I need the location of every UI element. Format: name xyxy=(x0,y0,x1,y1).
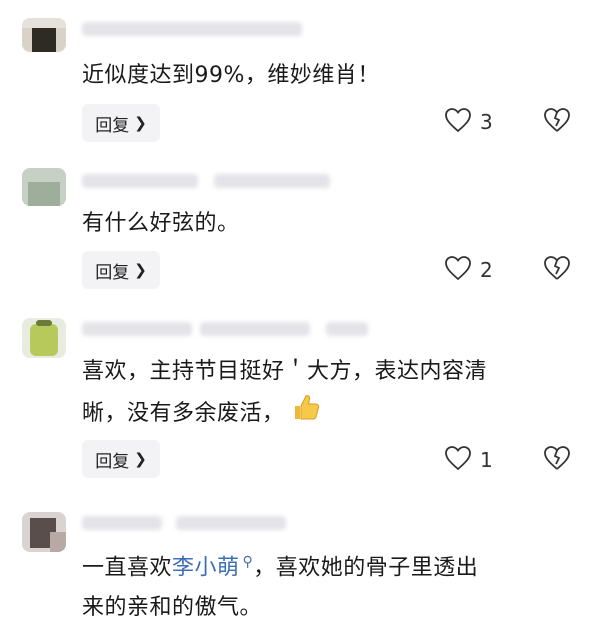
broken-heart-icon xyxy=(543,255,571,285)
dislike-button[interactable] xyxy=(543,250,573,290)
username-blurred[interactable] xyxy=(82,516,162,530)
avatar[interactable] xyxy=(22,168,66,206)
heart-icon xyxy=(444,255,472,285)
username-blurred-3 xyxy=(326,322,368,336)
chevron-right-icon: ❯ xyxy=(134,450,147,468)
comment-text-line2: 来的亲和的傲气。 xyxy=(82,595,263,621)
chevron-right-icon: ❯ xyxy=(134,261,147,279)
reply-label: 回复 xyxy=(95,451,130,472)
like-button[interactable]: 2 xyxy=(444,250,493,290)
thumbs-up-icon xyxy=(291,392,321,436)
reply-label: 回复 xyxy=(95,262,130,283)
comment-text-line2: 晰，没有多余废活， xyxy=(82,392,582,436)
heart-icon xyxy=(444,445,472,475)
avatar[interactable] xyxy=(22,318,66,358)
comment-text: 有什么好弦的。 xyxy=(82,211,240,236)
username-blurred-2 xyxy=(200,322,310,336)
reply-button[interactable]: 回复 ❯ xyxy=(82,251,160,289)
comment-text-line1: 一直喜欢李小萌 ⚲，喜欢她的骨子里透出 xyxy=(82,542,582,588)
username-blurred-2 xyxy=(214,174,330,188)
username-blurred[interactable] xyxy=(82,22,302,36)
comment-text-line1: 喜欢，主持节目挺好＇大方，表达内容清 xyxy=(82,359,488,384)
search-icon[interactable]: ⚲ xyxy=(243,554,254,570)
username-blurred[interactable] xyxy=(82,174,198,188)
avatar[interactable] xyxy=(22,512,66,552)
reply-button[interactable]: 回复 ❯ xyxy=(82,440,160,478)
comment-text: 一直喜欢李小萌 ⚲，喜欢她的骨子里透出 来的亲和的傲气。 xyxy=(82,542,582,628)
comment-text-before: 一直喜欢 xyxy=(82,555,173,581)
like-count: 1 xyxy=(480,448,493,472)
dislike-button[interactable] xyxy=(543,440,573,480)
comment-text-after: ，喜欢她的骨子里透出 xyxy=(253,555,479,581)
avatar[interactable] xyxy=(22,18,66,52)
mention-link[interactable]: 李小萌 xyxy=(172,555,240,580)
broken-heart-icon xyxy=(543,107,571,137)
chevron-right-icon: ❯ xyxy=(134,114,147,132)
like-count: 2 xyxy=(480,258,493,282)
broken-heart-icon xyxy=(543,445,571,475)
like-button[interactable]: 1 xyxy=(444,440,493,480)
reply-label: 回复 xyxy=(95,115,130,136)
like-button[interactable]: 3 xyxy=(444,102,493,142)
username-blurred-2 xyxy=(176,516,286,530)
reply-button[interactable]: 回复 ❯ xyxy=(82,104,160,142)
dislike-button[interactable] xyxy=(543,102,573,142)
comment-text: 近似度达到99%，维妙维肖！ xyxy=(82,63,380,88)
comment-text-line2-text: 晰，没有多余废活， xyxy=(82,401,285,426)
comment-text: 喜欢，主持节目挺好＇大方，表达内容清 晰，没有多余废活， xyxy=(82,352,582,436)
username-blurred[interactable] xyxy=(82,322,192,336)
like-count: 3 xyxy=(480,110,493,134)
heart-icon xyxy=(444,107,472,137)
